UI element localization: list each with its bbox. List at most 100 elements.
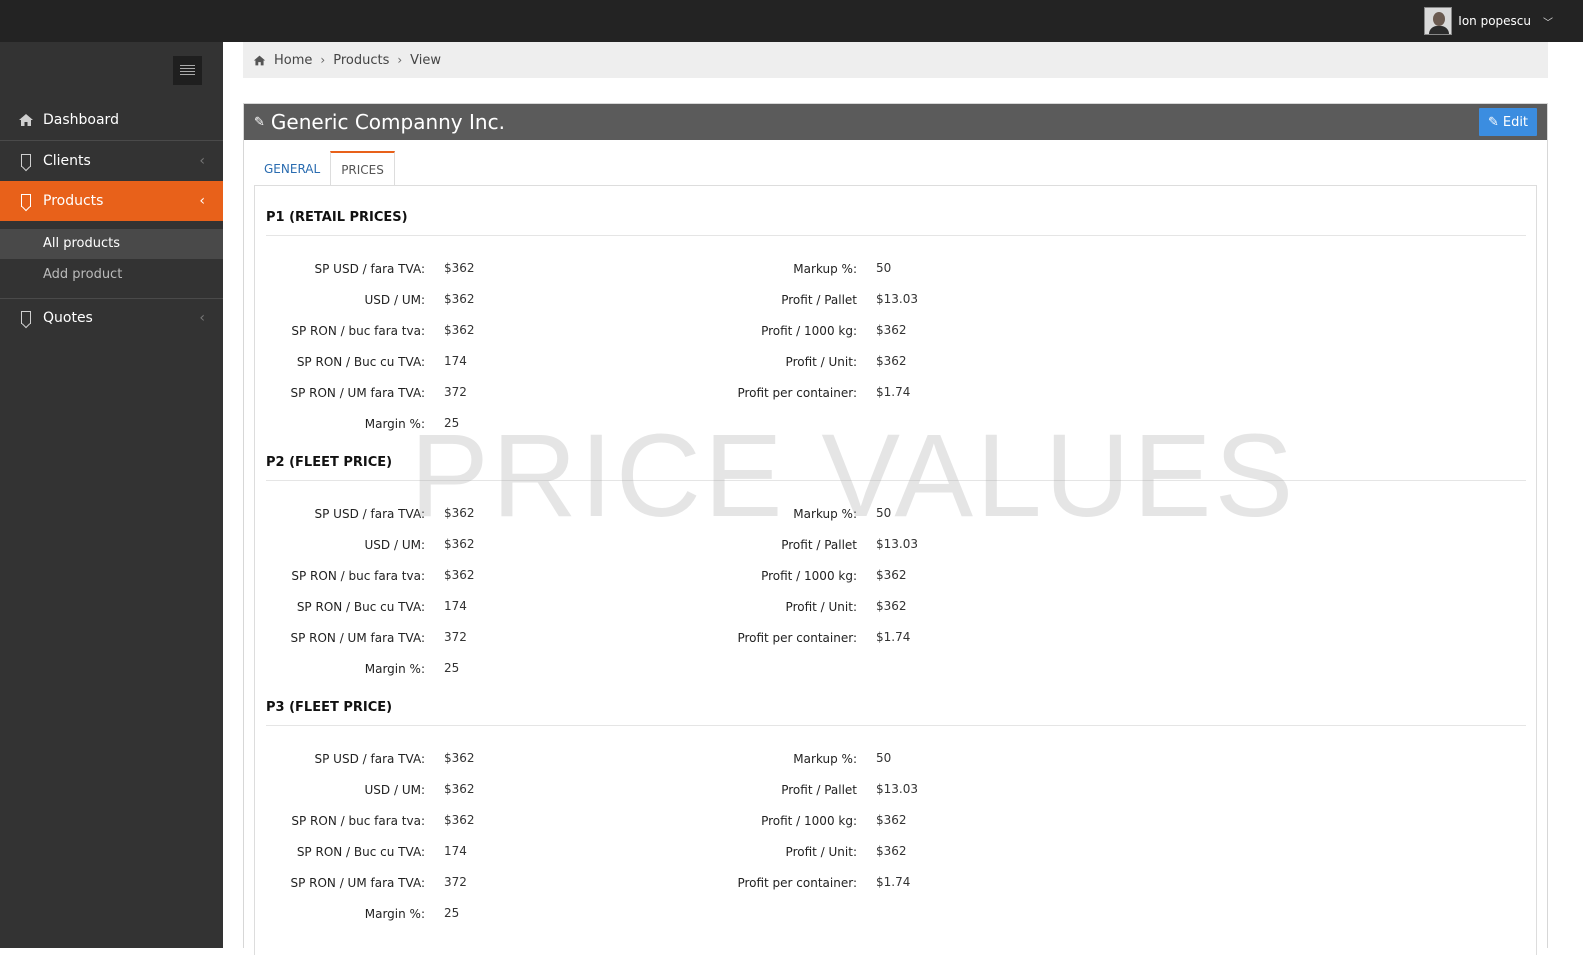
field-label: SP USD / fara TVA: (314, 262, 425, 276)
field-label: Margin %: (364, 662, 425, 676)
field-label: Profit per container: (737, 876, 857, 890)
tab-bar: GENERAL PRICES (254, 151, 395, 186)
field-value: $1.74 (876, 385, 911, 399)
field-value: $13.03 (876, 782, 918, 796)
field-label: SP RON / buc fara tva: (291, 569, 425, 583)
field-value: $362 (876, 599, 907, 613)
chevron-left-icon: ‹ (199, 153, 205, 169)
sidebar-subitem-all-products[interactable]: All products (0, 229, 223, 259)
edit-button[interactable]: ✎ Edit (1479, 108, 1537, 136)
field-value: $362 (444, 751, 475, 765)
sidebar-item-quotes[interactable]: Quotes ‹ (0, 298, 223, 338)
panel-header: ✎ Generic Companny Inc. ✎ Edit (244, 104, 1547, 140)
sidebar-subitem-add-product[interactable]: Add product (0, 260, 223, 290)
section-title: P2 (FLEET PRICE) (266, 455, 393, 470)
field-label: SP RON / Buc cu TVA: (296, 600, 425, 614)
sidebar-item-clients[interactable]: Clients ‹ (0, 141, 223, 181)
bookmark-icon (18, 310, 34, 326)
field-value: $1.74 (876, 630, 911, 644)
field-value: 372 (444, 630, 467, 644)
field-label: Profit / Pallet (781, 293, 857, 307)
chevron-left-icon: ‹ (199, 310, 205, 326)
field-label: Profit / Unit: (785, 845, 857, 859)
field-value: 25 (444, 906, 460, 920)
field-value: 50 (876, 506, 892, 520)
home-icon (253, 55, 266, 65)
field-label: Profit / Unit: (785, 600, 857, 614)
field-value: $13.03 (876, 292, 918, 306)
field-label: SP RON / Buc cu TVA: (296, 355, 425, 369)
field-value: 174 (444, 599, 467, 613)
field-value: $362 (876, 323, 907, 337)
field-label: SP RON / UM fara TVA: (290, 631, 425, 645)
breadcrumb-products-link[interactable]: Products (333, 53, 389, 68)
field-value: 25 (444, 416, 460, 430)
pencil-icon: ✎ (254, 114, 265, 130)
field-value: $362 (444, 568, 475, 582)
field-value: $362 (444, 537, 475, 551)
breadcrumb-separator: › (320, 53, 326, 67)
field-label: Profit per container: (737, 631, 857, 645)
section-divider (266, 235, 1526, 236)
breadcrumb-separator: › (397, 53, 403, 67)
bookmark-icon (18, 193, 34, 209)
edit-button-label: Edit (1502, 114, 1529, 130)
field-value: 174 (444, 844, 467, 858)
sidebar-item-label: Dashboard (43, 112, 119, 128)
field-value: $362 (876, 844, 907, 858)
field-label: Profit / Pallet (781, 783, 857, 797)
field-value: $362 (444, 292, 475, 306)
field-value: 372 (444, 385, 467, 399)
field-label: Profit per container: (737, 386, 857, 400)
field-label: SP USD / fara TVA: (314, 507, 425, 521)
sidebar-item-products[interactable]: Products ‹ (0, 181, 223, 221)
field-value: 50 (876, 261, 892, 275)
field-label: SP RON / buc fara tva: (291, 814, 425, 828)
prices-tab-content: P1 (RETAIL PRICES) SP USD / fara TVA: $362… (254, 185, 1537, 955)
page-title: Generic Companny Inc. (270, 110, 505, 134)
field-label: Profit / 1000 kg: (761, 324, 857, 338)
product-panel: ✎ Generic Companny Inc. ✎ Edit GENERAL P… (243, 103, 1548, 955)
field-label: SP RON / UM fara TVA: (290, 386, 425, 400)
field-value: $13.03 (876, 537, 918, 551)
bookmark-icon (18, 153, 34, 169)
field-label: SP USD / fara TVA: (314, 752, 425, 766)
menu-toggle-button[interactable] (173, 56, 202, 85)
chevron-left-icon: ‹ (199, 193, 205, 209)
field-label: Margin %: (364, 907, 425, 921)
field-label: USD / UM: (364, 783, 426, 797)
field-label: Markup %: (793, 262, 857, 276)
field-label: Profit / Pallet (781, 538, 857, 552)
field-label: Markup %: (793, 752, 857, 766)
field-label: Profit / 1000 kg: (761, 569, 857, 583)
breadcrumb-home-link[interactable]: Home (274, 53, 312, 68)
field-label: Markup %: (793, 507, 857, 521)
field-value: 50 (876, 751, 892, 765)
section-title: P3 (FLEET PRICE) (266, 700, 393, 715)
field-value: $362 (876, 354, 907, 368)
section-divider (266, 725, 1526, 726)
tab-general[interactable]: GENERAL (254, 151, 330, 186)
user-menu[interactable]: Ion popescu ﹀ (1424, 7, 1553, 35)
field-value: $362 (444, 323, 475, 337)
field-value: $362 (444, 813, 475, 827)
top-bar: Ion popescu ﹀ (0, 0, 1583, 42)
field-value: 372 (444, 875, 467, 889)
field-label: SP RON / buc fara tva: (291, 324, 425, 338)
breadcrumb-current: View (410, 52, 442, 68)
field-value: $1.74 (876, 875, 911, 889)
field-label: Profit / Unit: (785, 355, 857, 369)
field-value: 174 (444, 354, 467, 368)
user-name: Ion popescu (1458, 14, 1531, 28)
breadcrumb: Home › Products › View (243, 42, 1548, 78)
tab-prices[interactable]: PRICES (330, 151, 395, 186)
field-label: USD / UM: (364, 293, 426, 307)
section-title: P1 (RETAIL PRICES) (266, 210, 408, 225)
sidebar: Dashboard Clients ‹ Products ‹ All produ… (0, 42, 223, 948)
pencil-icon: ✎ (1487, 114, 1499, 130)
field-label: SP RON / UM fara TVA: (290, 876, 425, 890)
field-value: $362 (444, 261, 475, 275)
field-label: Margin %: (364, 417, 425, 431)
chevron-down-icon: ﹀ (1543, 17, 1553, 29)
sidebar-item-dashboard[interactable]: Dashboard (0, 100, 223, 140)
